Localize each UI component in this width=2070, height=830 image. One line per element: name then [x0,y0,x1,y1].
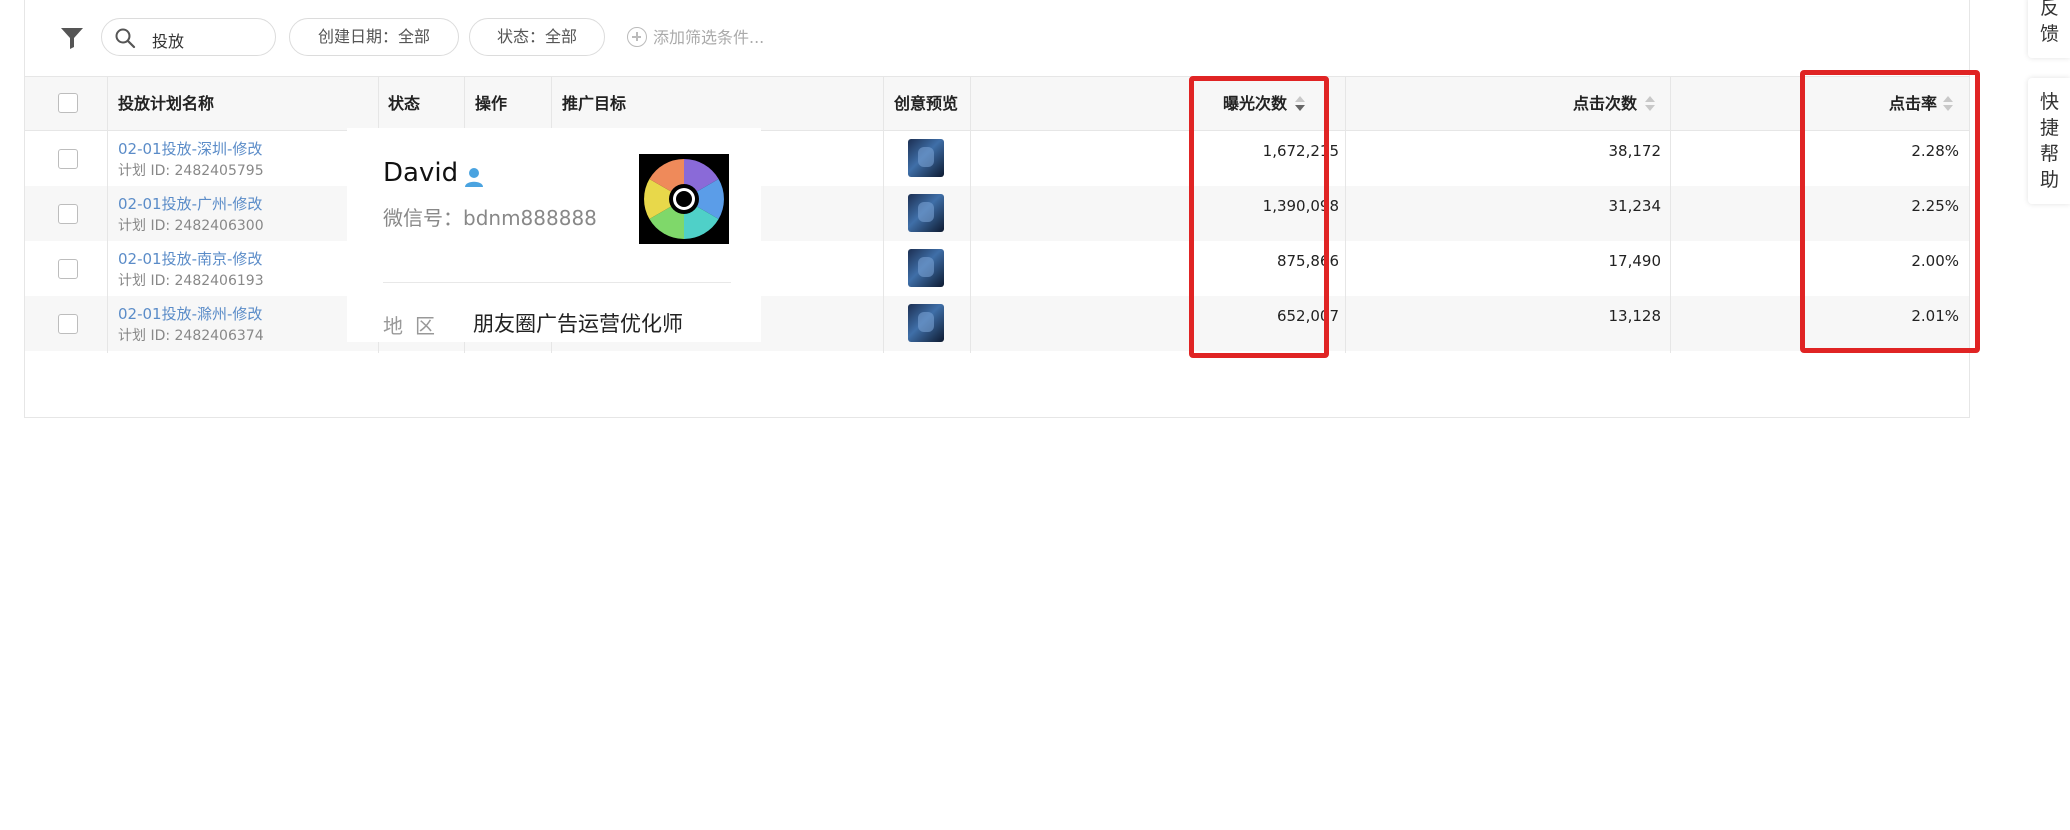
table-row: 02-01投放-深圳-修改 计划 ID: 2482405795 1,672,21… [25,131,1969,186]
column-divider [107,77,108,353]
column-divider [883,77,884,353]
sort-icon[interactable] [1645,95,1655,113]
quick-help-char: 快 [2040,91,2060,113]
search-input[interactable]: 投放 [101,18,276,56]
header-clicks[interactable]: 点击次数 [1573,77,1637,131]
table-row: 02-01投放-滁州-修改 计划 ID: 2482406374 652,007 … [25,296,1969,351]
region-value: 朋友圈广告运营优化师 [473,312,683,336]
creative-thumbnail[interactable] [908,249,944,287]
plan-id: 计划 ID: 2482406300 [118,218,264,234]
clicks-value: 38,172 [1608,142,1662,160]
row-checkbox[interactable] [58,204,78,224]
select-all-checkbox[interactable] [58,93,78,113]
header-creative: 创意预览 [894,94,959,113]
column-divider [1345,77,1346,353]
clicks-value: 13,128 [1608,307,1662,325]
plan-name-link[interactable]: 02-01投放-深圳-修改 [118,138,262,159]
quick-help-char: 捷 [2040,117,2060,139]
ctr-highlight-box [1800,70,1980,353]
feedback-char: 馈 [2040,23,2060,45]
impressions-highlight-box [1189,76,1329,358]
header-status[interactable]: 状态 [388,77,420,131]
plan-name-link[interactable]: 02-01投放-滁州-修改 [118,303,262,324]
region-label: 地区 [383,314,447,338]
filter-bar: 投放 创建日期：全部 状态：全部 添加筛选条件... [24,0,1970,76]
quick-help-char: 助 [2040,169,2060,191]
person-icon [465,168,483,187]
row-checkbox[interactable] [58,314,78,334]
add-filter-label: 添加筛选条件... [653,28,765,47]
plan-table: 投放计划名称 状态 操作 推广目标 创意预览 曝光次数 点击次数 点击率 02-… [24,76,1970,418]
row-checkbox[interactable] [58,259,78,279]
header-target: 推广目标 [562,94,627,113]
search-icon [115,28,136,49]
add-filter-button[interactable]: 添加筛选条件... [627,26,764,50]
column-divider [970,77,971,353]
plan-id: 计划 ID: 2482406193 [118,273,264,289]
quick-help-char: 帮 [2040,143,2060,165]
row-checkbox[interactable] [58,149,78,169]
table-row: 02-01投放-广州-修改 计划 ID: 2482406300 1,390,09… [25,186,1969,241]
creative-thumbnail[interactable] [908,304,944,342]
clicks-value: 17,490 [1608,252,1662,270]
column-divider [1670,77,1671,353]
date-filter[interactable]: 创建日期：全部 [289,18,459,56]
camera-aperture-logo [639,154,729,244]
status-filter[interactable]: 状态：全部 [469,18,605,56]
creative-thumbnail[interactable] [908,139,944,177]
table-row: 02-01投放-南京-修改 计划 ID: 2482406193 875,866 … [25,241,1969,296]
search-value: 投放 [152,32,185,51]
quick-help-tab[interactable]: 快 捷 帮 助 [2028,78,2070,204]
contact-card-overlay: David 微信号：bdnm888888 地区 朋友圈广告运营优化师 [347,128,761,342]
plan-id: 计划 ID: 2482405795 [118,163,264,179]
feedback-char: 反 [2040,0,2060,19]
card-divider [383,282,731,283]
filter-icon[interactable] [59,25,85,51]
wechat-id: 微信号：bdnm888888 [383,206,597,230]
header-action: 操作 [475,94,508,113]
contact-name: David [383,158,459,188]
page: 投放 创建日期：全部 状态：全部 添加筛选条件... 投放计划名称 状态 操作 … [0,0,2070,830]
header-plan-name: 投放计划名称 [118,94,215,113]
creative-thumbnail[interactable] [908,194,944,232]
add-circle-icon [627,27,647,47]
table-header: 投放计划名称 状态 操作 推广目标 创意预览 曝光次数 点击次数 点击率 [25,77,1969,131]
plan-id: 计划 ID: 2482406374 [118,328,264,344]
feedback-tab[interactable]: 反 馈 [2028,0,2070,58]
plan-name-link[interactable]: 02-01投放-南京-修改 [118,248,262,269]
clicks-value: 31,234 [1608,197,1662,215]
plan-name-link[interactable]: 02-01投放-广州-修改 [118,193,262,214]
